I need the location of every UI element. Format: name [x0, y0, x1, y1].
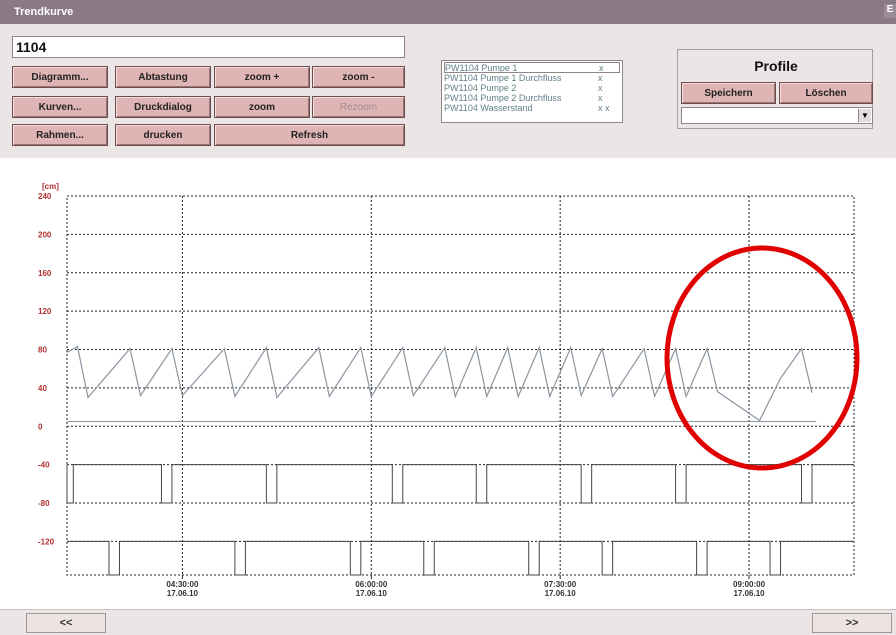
legend-item-name: PW1104 Pumpe 1 Durchfluss [444, 73, 562, 83]
legend-item[interactable]: PW1104 Pumpe 2 Durchfluss x [444, 93, 620, 103]
scroll-back-button[interactable]: << [26, 613, 106, 633]
station-id-field[interactable]: 1104 [12, 36, 405, 58]
rezoom-button[interactable]: Rezoom [312, 96, 405, 118]
legend-item[interactable]: PW1104 Pumpe 2 x [444, 83, 620, 93]
refresh-button[interactable]: Refresh [214, 124, 405, 146]
y-tick-label: 0 [38, 422, 43, 431]
y-tick-label: 80 [38, 346, 47, 355]
loeschen-button[interactable]: Löschen [779, 82, 873, 104]
profile-select[interactable]: ▼ [681, 107, 873, 124]
chevron-down-icon[interactable]: ▼ [858, 109, 871, 122]
wasserstand-series-line [66, 345, 813, 422]
y-tick-label: 240 [38, 192, 52, 201]
x-tick-date-label: 17.06.10 [545, 589, 577, 598]
y-tick-label: 40 [38, 384, 47, 393]
kurven-button[interactable]: Kurven... [12, 96, 108, 118]
druckdialog-button[interactable]: Druckdialog [115, 96, 211, 118]
legend-item-mark: x x [598, 103, 610, 113]
chart-area: 240 200 160 120 80 40 0 -40 -80 -120 [cm] 04:30:00 1… [0, 158, 896, 609]
pump-state-series-line [66, 464, 854, 504]
drucken-button[interactable]: drucken [115, 124, 211, 146]
profile-title: Profile [754, 58, 798, 74]
y-tick-label: -120 [38, 537, 55, 546]
diagramm-button[interactable]: Diagramm... [12, 66, 108, 88]
legend-item-mark: x [598, 83, 603, 93]
window-titlebar: Trendkurve E [0, 0, 896, 24]
scroll-forward-button[interactable]: >> [812, 613, 892, 633]
y-tick-label: 200 [38, 230, 52, 239]
legend-item[interactable]: PW1104 Pumpe 1 x [444, 62, 620, 73]
speichern-button[interactable]: Speichern [681, 82, 776, 104]
legend-item[interactable]: PW1104 Pumpe 1 Durchfluss x [444, 73, 620, 83]
y-unit-label: [cm] [42, 182, 59, 191]
y-tick-label: 160 [38, 269, 52, 278]
x-tick-time-label: 04:30:00 [166, 580, 199, 589]
trend-chart[interactable]: 24020016012080400-40-80-120[cm]04:30:001… [0, 158, 896, 609]
x-tick-date-label: 17.06.10 [167, 589, 199, 598]
zoom-button[interactable]: zoom [214, 96, 310, 118]
legend-item-name: PW1104 Pumpe 2 Durchfluss [444, 93, 562, 103]
zoom-minus-button[interactable]: zoom - [312, 66, 405, 88]
y-tick-label: -80 [38, 499, 50, 508]
pump-state-series-line [67, 540, 854, 576]
legend-item-mark: x [598, 93, 603, 103]
y-tick-label: 120 [38, 307, 52, 316]
x-tick-time-label: 06:00:00 [355, 580, 388, 589]
abtastung-button[interactable]: Abtastung [115, 66, 211, 88]
x-tick-time-label: 09:00:00 [733, 580, 766, 589]
rahmen-button[interactable]: Rahmen... [12, 124, 108, 146]
legend-item-name: PW1104 Pumpe 2 [444, 83, 517, 93]
curve-legend-list[interactable]: PW1104 Pumpe 1 x PW1104 Pumpe 1 Durchflu… [441, 60, 623, 123]
annotation-circle [664, 245, 860, 471]
window-corner-button[interactable]: E [884, 4, 896, 18]
x-tick-time-label: 07:30:00 [544, 580, 577, 589]
legend-item-name: PW1104 Pumpe 1 [445, 63, 518, 73]
legend-item-name: PW1104 Wasserstand [444, 103, 533, 113]
x-tick-date-label: 17.06.10 [356, 589, 388, 598]
x-tick-date-label: 17.06.10 [733, 589, 765, 598]
zoom-plus-button[interactable]: zoom + [214, 66, 310, 88]
navigation-bar [0, 609, 896, 635]
window-title: Trendkurve [14, 6, 74, 18]
legend-item[interactable]: PW1104 Wasserstand x x [444, 103, 620, 113]
legend-item-mark: x [598, 73, 603, 83]
y-tick-label: -40 [38, 461, 50, 470]
legend-item-mark: x [599, 63, 604, 73]
